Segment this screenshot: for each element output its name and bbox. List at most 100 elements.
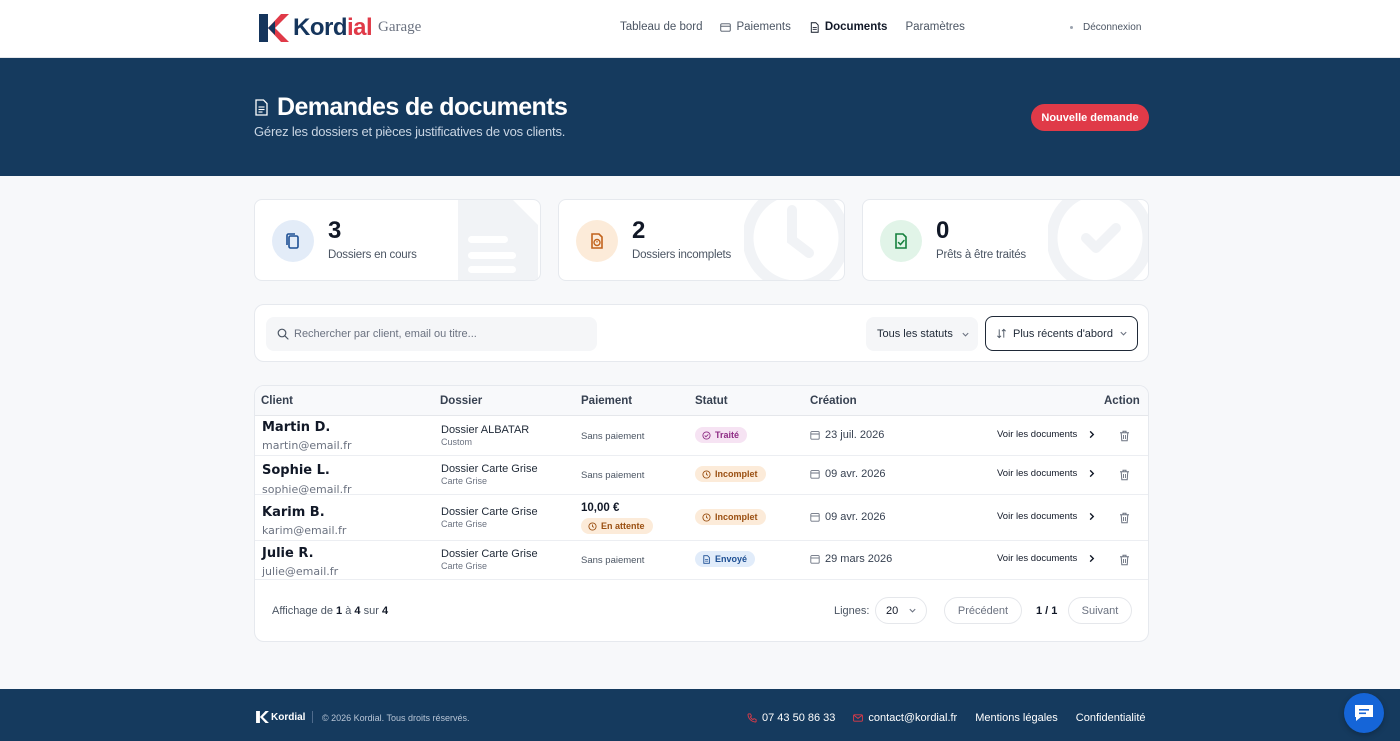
stat-card-incomplete: 2 Dossiers incomplets xyxy=(558,199,845,281)
table-row[interactable]: Julie R. julie@email.fr Dossier Carte Gr… xyxy=(255,541,1148,580)
status-filter-label: Tous les statuts xyxy=(877,328,953,340)
created-date-text: 29 mars 2026 xyxy=(825,553,893,565)
dossier-title: Dossier Carte Grise xyxy=(441,506,538,518)
results-count: Affichage de 1 à 4 sur 4 xyxy=(272,605,388,617)
col-dossier[interactable]: Dossier xyxy=(440,386,482,416)
footer-brand: Kordial xyxy=(271,711,306,723)
view-documents-label: Voir les documents xyxy=(997,468,1078,479)
view-documents-link[interactable]: Voir les documents xyxy=(997,553,1096,564)
table-row[interactable]: Sophie L. sophie@email.fr Dossier Carte … xyxy=(255,456,1148,496)
logout-label: Déconnexion xyxy=(1083,22,1142,33)
document-icon xyxy=(810,21,819,33)
col-created[interactable]: Création xyxy=(810,386,857,416)
nav-dashboard-label: Tableau de bord xyxy=(620,21,703,33)
sort-icon xyxy=(997,328,1006,339)
status-text: Envoyé xyxy=(715,554,748,564)
status-text: Traité xyxy=(715,430,740,440)
sort-select[interactable]: Plus récents d'abord xyxy=(985,316,1138,351)
rows-per-page-label: Lignes: xyxy=(834,605,870,617)
chat-button[interactable] xyxy=(1344,693,1384,733)
clock-icon xyxy=(702,469,711,479)
search-input[interactable] xyxy=(294,317,589,351)
legal-notice-link[interactable]: Mentions légales xyxy=(975,712,1058,724)
view-documents-link[interactable]: Voir les documents xyxy=(997,429,1096,440)
client-email: martin@email.fr xyxy=(262,439,352,452)
client-name: Julie R. xyxy=(262,546,314,561)
view-documents-link[interactable]: Voir les documents xyxy=(997,511,1096,522)
rows-per-page-select[interactable]: 20 xyxy=(875,597,927,624)
col-status[interactable]: Statut xyxy=(695,386,728,416)
created-date: 09 avr. 2026 xyxy=(810,511,886,523)
privacy-link[interactable]: Confidentialité xyxy=(1076,712,1146,724)
incomplete-document-icon xyxy=(576,220,618,262)
stat-label: Dossiers incomplets xyxy=(632,249,732,261)
stat-card-in-progress: 3 Dossiers en cours xyxy=(254,199,541,281)
sort-label: Plus récents d'abord xyxy=(1013,327,1113,340)
col-client[interactable]: Client xyxy=(261,386,293,416)
table-row[interactable]: Martin D. martin@email.fr Dossier ALBATA… xyxy=(255,417,1148,456)
trash-icon[interactable] xyxy=(1119,469,1130,481)
document-icon xyxy=(703,554,710,564)
nav-settings[interactable]: Paramètres xyxy=(905,21,964,33)
client-name: Martin D. xyxy=(262,420,331,435)
footer-links: 07 43 50 86 33 contact@kordial.fr Mentio… xyxy=(747,712,1146,724)
col-payment[interactable]: Paiement xyxy=(581,386,632,416)
dossier-title: Dossier Carte Grise xyxy=(441,463,538,475)
stat-card-ready: 0 Prêts à être traités xyxy=(862,199,1149,281)
search-icon xyxy=(277,328,289,340)
mail-icon xyxy=(853,714,864,722)
calendar-icon xyxy=(810,555,820,564)
showing-total: 4 xyxy=(381,605,389,617)
clock-watermark-icon xyxy=(744,200,844,280)
pagination-bar: Affichage de 1 à 4 sur 4 Lignes: 20 Préc… xyxy=(255,580,1148,641)
chevron-down-icon xyxy=(1120,331,1127,336)
document-icon xyxy=(255,99,268,116)
clock-icon xyxy=(702,512,711,522)
brand-name: Kordial xyxy=(293,14,373,41)
footer-email-link[interactable]: contact@kordial.fr xyxy=(853,712,957,724)
documents-table: Client Dossier Paiement Statut Création … xyxy=(254,385,1149,642)
payment-status-badge: En attente xyxy=(581,518,653,534)
chevron-down-icon xyxy=(962,332,969,337)
calendar-icon xyxy=(810,470,820,479)
client-name: Karim B. xyxy=(262,505,325,520)
trash-icon[interactable] xyxy=(1119,554,1130,566)
next-page-button[interactable]: Suivant xyxy=(1068,597,1132,624)
top-navbar: Kordial Garage Tableau de bord Paiements… xyxy=(0,0,1400,58)
footer-divider xyxy=(312,711,313,723)
stat-label: Dossiers en cours xyxy=(328,249,417,261)
nav-settings-label: Paramètres xyxy=(905,21,965,33)
check-watermark-icon xyxy=(1048,200,1148,280)
status-text: Incomplet xyxy=(715,512,758,522)
logout-link[interactable]: Déconnexion xyxy=(1070,22,1141,33)
showing-from: 1 xyxy=(336,605,343,617)
created-date: 29 mars 2026 xyxy=(810,553,892,565)
trash-icon[interactable] xyxy=(1119,430,1130,442)
chevron-right-icon xyxy=(1089,469,1095,478)
payment-text: Sans paiement xyxy=(581,470,645,481)
nav-documents[interactable]: Documents xyxy=(809,21,887,33)
nav-payments[interactable]: Paiements xyxy=(720,21,791,33)
search-box xyxy=(266,317,597,351)
chevron-down-icon xyxy=(909,608,916,613)
table-row[interactable]: Karim B. karim@email.fr Dossier Carte Gr… xyxy=(255,495,1148,541)
app-name: Garage xyxy=(378,19,422,35)
nav-dashboard[interactable]: Tableau de bord xyxy=(620,21,702,33)
new-request-button[interactable]: Nouvelle demande xyxy=(1031,104,1149,131)
hero-banner: Demandes de documents Gérez les dossiers… xyxy=(0,58,1400,176)
brand-logo[interactable]: Kordial xyxy=(259,14,373,42)
stat-value: 0 xyxy=(936,217,950,244)
nav-payments-label: Paiements xyxy=(736,21,791,33)
trash-icon[interactable] xyxy=(1119,512,1130,524)
created-date: 09 avr. 2026 xyxy=(810,468,886,480)
status-filter-select[interactable]: Tous les statuts xyxy=(866,317,978,351)
status-badge: Incomplet xyxy=(695,466,766,482)
footer-phone-link[interactable]: 07 43 50 86 33 xyxy=(747,712,835,724)
filter-bar: Tous les statuts Plus récents d'abord xyxy=(254,304,1149,362)
footer-logo[interactable]: Kordial xyxy=(256,711,305,723)
copy-icon xyxy=(272,220,314,262)
dossier-type: Carte Grise xyxy=(441,519,488,529)
previous-page-button[interactable]: Précédent xyxy=(944,597,1022,624)
view-documents-link[interactable]: Voir les documents xyxy=(997,468,1096,479)
status-badge: Envoyé xyxy=(695,551,756,567)
